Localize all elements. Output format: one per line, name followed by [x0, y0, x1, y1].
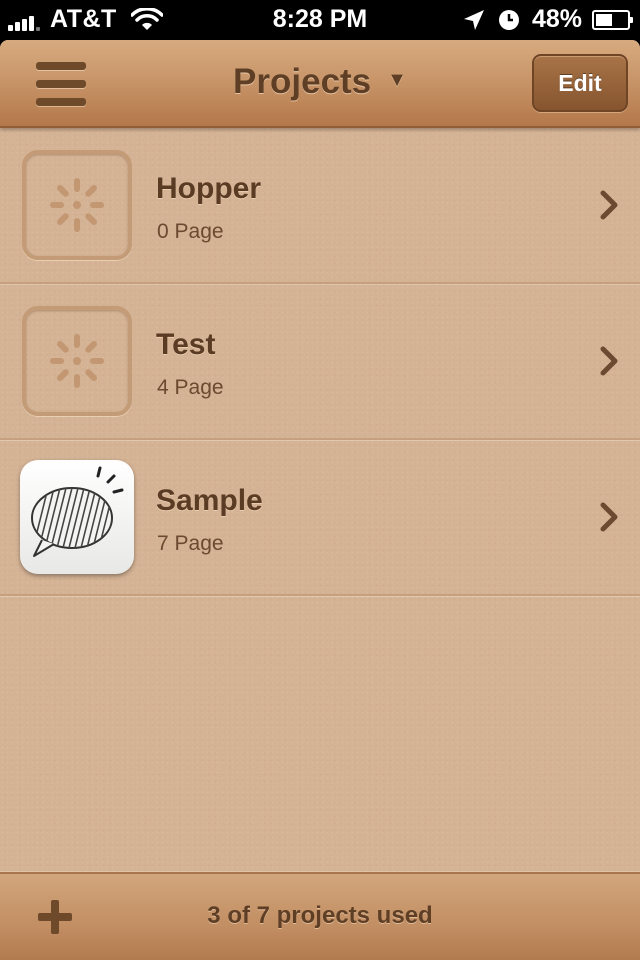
loading-spinner-icon — [22, 150, 132, 260]
bottom-toolbar: 3 of 7 projects used — [0, 872, 640, 960]
project-row-test[interactable]: Test 4 Page — [0, 284, 640, 440]
status-right: 48% — [462, 5, 633, 34]
project-list: Hopper 0 Page Test 4 Page Sample 7 Page — [0, 128, 640, 596]
location-arrow-icon — [463, 9, 484, 30]
edit-button[interactable]: Edit — [532, 54, 628, 112]
chevron-right-icon — [600, 502, 618, 532]
dropdown-caret-icon: ▼ — [387, 69, 407, 92]
project-page-count: 4 Page — [157, 376, 224, 399]
alarm-clock-icon — [498, 9, 519, 30]
loading-spinner-icon — [22, 306, 132, 416]
speech-bubble-sketch-icon — [20, 460, 134, 574]
chevron-right-icon — [600, 346, 618, 376]
project-name: Hopper — [156, 172, 261, 205]
status-bar: AT&T 8:28 PM 48% — [0, 0, 640, 40]
battery-percentage: 48% — [531, 5, 582, 33]
page-title: Projects — [233, 62, 372, 101]
project-page-count: 7 Page — [157, 532, 224, 555]
projects-usage-label: 3 of 7 projects used — [207, 902, 433, 929]
chevron-right-icon — [600, 190, 618, 220]
project-row-sample[interactable]: Sample 7 Page — [0, 440, 640, 596]
project-row-hopper[interactable]: Hopper 0 Page — [0, 128, 640, 284]
project-page-count: 0 Page — [157, 220, 224, 243]
project-name: Test — [156, 328, 216, 361]
project-name: Sample — [156, 484, 263, 517]
navigation-bar: Projects ▼ Edit — [0, 40, 640, 128]
app-container: Projects ▼ Edit Hopper 0 Page Test 4 Pag… — [0, 40, 640, 960]
battery-icon — [592, 9, 633, 30]
